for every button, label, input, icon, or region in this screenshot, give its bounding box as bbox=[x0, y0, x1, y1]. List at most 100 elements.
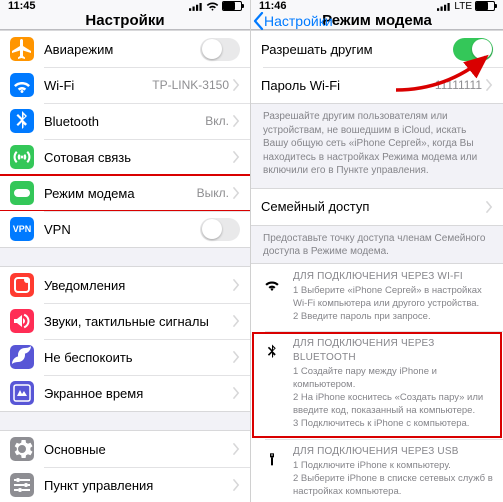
screen-hotspot: 11:46 LTE Настройки Режим модема Разреша… bbox=[251, 0, 503, 502]
status-time: 11:45 bbox=[8, 0, 36, 12]
row-label: Сотовая связь bbox=[44, 150, 233, 165]
family-sharing-label: Семейный доступ bbox=[261, 199, 486, 214]
hotspot-note: Разрешайте другим пользователям или устр… bbox=[251, 104, 503, 188]
connect-step: 1 Подключите iPhone к компьютеру. bbox=[293, 460, 493, 473]
chevron-right-icon bbox=[233, 443, 240, 455]
row-detail: TP-LINK-3150 bbox=[152, 78, 229, 92]
bt-icon bbox=[261, 337, 283, 430]
bluetooth-icon bbox=[10, 109, 34, 133]
page-title: Настройки bbox=[85, 12, 164, 29]
vpn-toggle[interactable] bbox=[200, 218, 240, 241]
status-icons: LTE bbox=[437, 1, 495, 12]
connect-text: ДЛЯ ПОДКЛЮЧЕНИЯ ЧЕРЕЗ BLUETOOTH1 Создайт… bbox=[293, 337, 493, 430]
status-bar: 11:45 bbox=[0, 0, 250, 12]
chevron-right-icon bbox=[233, 151, 240, 163]
settings-row-airplane[interactable]: Авиарежим bbox=[0, 31, 250, 67]
chevron-left-icon bbox=[253, 12, 264, 30]
settings-row-control[interactable]: Пункт управления bbox=[0, 467, 250, 502]
settings-row-screentime[interactable]: Экранное время bbox=[0, 375, 250, 411]
wifi-icon bbox=[206, 2, 219, 11]
chevron-right-icon bbox=[233, 479, 240, 491]
row-detail: Вкл. bbox=[205, 114, 229, 128]
chevron-right-icon bbox=[233, 79, 240, 91]
chevron-right-icon bbox=[233, 315, 240, 327]
settings-group-general: ОсновныеПункт управленияAAЭкран и яркост… bbox=[0, 430, 250, 502]
connect-instructions: ДЛЯ ПОДКЛЮЧЕНИЯ ЧЕРЕЗ WI-FI1 Выберите «i… bbox=[251, 263, 503, 502]
settings-row-dnd[interactable]: Не беспокоить bbox=[0, 339, 250, 375]
connect-bt: ДЛЯ ПОДКЛЮЧЕНИЯ ЧЕРЕЗ BLUETOOTH1 Создайт… bbox=[251, 331, 503, 438]
vpn-icon: VPN bbox=[10, 217, 34, 241]
chevron-right-icon bbox=[233, 115, 240, 127]
allow-others-label: Разрешать другим bbox=[261, 42, 453, 57]
chevron-right-icon bbox=[233, 187, 240, 199]
settings-row-general[interactable]: Основные bbox=[0, 431, 250, 467]
connect-step: 2 Введите пароль при запросе. bbox=[293, 311, 493, 324]
settings-row-cellular[interactable]: Сотовая связь bbox=[0, 139, 250, 175]
navbar: Настройки bbox=[0, 12, 250, 30]
chevron-right-icon bbox=[233, 351, 240, 363]
row-label: Режим модема bbox=[44, 186, 197, 201]
family-note: Предоставьте точку доступа членам Семейн… bbox=[251, 226, 503, 263]
allow-others-row[interactable]: Разрешать другим bbox=[251, 31, 503, 67]
hotspot-main-group: Разрешать другим Пароль Wi-Fi 11111111 bbox=[251, 30, 503, 104]
row-label: Экранное время bbox=[44, 386, 233, 401]
allow-others-toggle[interactable] bbox=[453, 38, 493, 61]
connect-step: 1 Выберите «iPhone Сергей» в настройках … bbox=[293, 285, 493, 311]
connect-heading: ДЛЯ ПОДКЛЮЧЕНИЯ ЧЕРЕЗ USB bbox=[293, 445, 493, 459]
row-label: Уведомления bbox=[44, 278, 233, 293]
family-group: Семейный доступ bbox=[251, 188, 503, 226]
sounds-icon bbox=[10, 309, 34, 333]
row-label: Пункт управления bbox=[44, 478, 233, 493]
cellular-icon bbox=[10, 145, 34, 169]
general-icon bbox=[10, 437, 34, 461]
hotspot-icon bbox=[10, 181, 34, 205]
family-sharing-row[interactable]: Семейный доступ bbox=[251, 189, 503, 225]
dnd-icon bbox=[10, 345, 34, 369]
carrier-label: LTE bbox=[454, 1, 472, 12]
connect-text: ДЛЯ ПОДКЛЮЧЕНИЯ ЧЕРЕЗ USB1 Подключите iP… bbox=[293, 445, 493, 499]
battery-icon bbox=[222, 1, 242, 11]
wifi-password-label: Пароль Wi-Fi bbox=[261, 78, 435, 93]
connect-heading: ДЛЯ ПОДКЛЮЧЕНИЯ ЧЕРЕЗ WI-FI bbox=[293, 270, 493, 284]
settings-group-connectivity: АвиарежимWi-FiTP-LINK-3150BluetoothВкл.С… bbox=[0, 30, 250, 248]
row-label: Bluetooth bbox=[44, 114, 205, 129]
row-label: Wi-Fi bbox=[44, 78, 152, 93]
connect-step: 1 Создайте пару между iPhone и компьютер… bbox=[293, 366, 493, 392]
signal-icon bbox=[437, 2, 451, 11]
screen-settings: 11:45 Настройки АвиарежимWi-FiTP-LINK-31… bbox=[0, 0, 251, 502]
row-detail: Выкл. bbox=[197, 186, 229, 200]
status-icons bbox=[189, 1, 242, 11]
navbar: Настройки Режим модема bbox=[251, 12, 503, 30]
connect-wifi: ДЛЯ ПОДКЛЮЧЕНИЯ ЧЕРЕЗ WI-FI1 Выберите «i… bbox=[251, 264, 503, 332]
row-label: Не беспокоить bbox=[44, 350, 233, 365]
chevron-right-icon bbox=[486, 79, 493, 91]
airplane-icon bbox=[10, 37, 34, 61]
wifi-icon bbox=[10, 73, 34, 97]
settings-row-bluetooth[interactable]: BluetoothВкл. bbox=[0, 103, 250, 139]
row-label: Основные bbox=[44, 442, 233, 457]
status-bar: 11:46 LTE bbox=[251, 0, 503, 12]
settings-row-wifi[interactable]: Wi-FiTP-LINK-3150 bbox=[0, 67, 250, 103]
usb-icon bbox=[261, 445, 283, 499]
settings-group-notifications: Уведомления Звуки, тактильные сигналы Не б… bbox=[0, 266, 250, 412]
airplane-toggle[interactable] bbox=[200, 38, 240, 61]
back-button[interactable]: Настройки bbox=[253, 12, 333, 30]
status-time: 11:46 bbox=[259, 0, 287, 12]
signal-icon bbox=[189, 2, 203, 11]
wifi-password-row[interactable]: Пароль Wi-Fi 11111111 bbox=[251, 67, 503, 103]
settings-row-hotspot[interactable]: Режим модемаВыкл. bbox=[0, 175, 250, 211]
wifi-icon bbox=[261, 270, 283, 324]
settings-row-sounds[interactable]: Звуки, тактильные сигналы bbox=[0, 303, 250, 339]
row-label: Звуки, тактильные сигналы bbox=[44, 314, 233, 329]
chevron-right-icon bbox=[233, 387, 240, 399]
screentime-icon bbox=[10, 381, 34, 405]
connect-heading: ДЛЯ ПОДКЛЮЧЕНИЯ ЧЕРЕЗ BLUETOOTH bbox=[293, 337, 493, 364]
row-label: VPN bbox=[44, 222, 200, 237]
settings-row-vpn[interactable]: VPN VPN bbox=[0, 211, 250, 247]
connect-step: 3 Подключитесь к iPhone с компьютера. bbox=[293, 418, 493, 431]
settings-row-notifications[interactable]: Уведомления bbox=[0, 267, 250, 303]
notifications-icon bbox=[10, 273, 34, 297]
chevron-right-icon bbox=[233, 279, 240, 291]
connect-text: ДЛЯ ПОДКЛЮЧЕНИЯ ЧЕРЕЗ WI-FI1 Выберите «i… bbox=[293, 270, 493, 324]
wifi-password-value: 11111111 bbox=[435, 78, 482, 92]
